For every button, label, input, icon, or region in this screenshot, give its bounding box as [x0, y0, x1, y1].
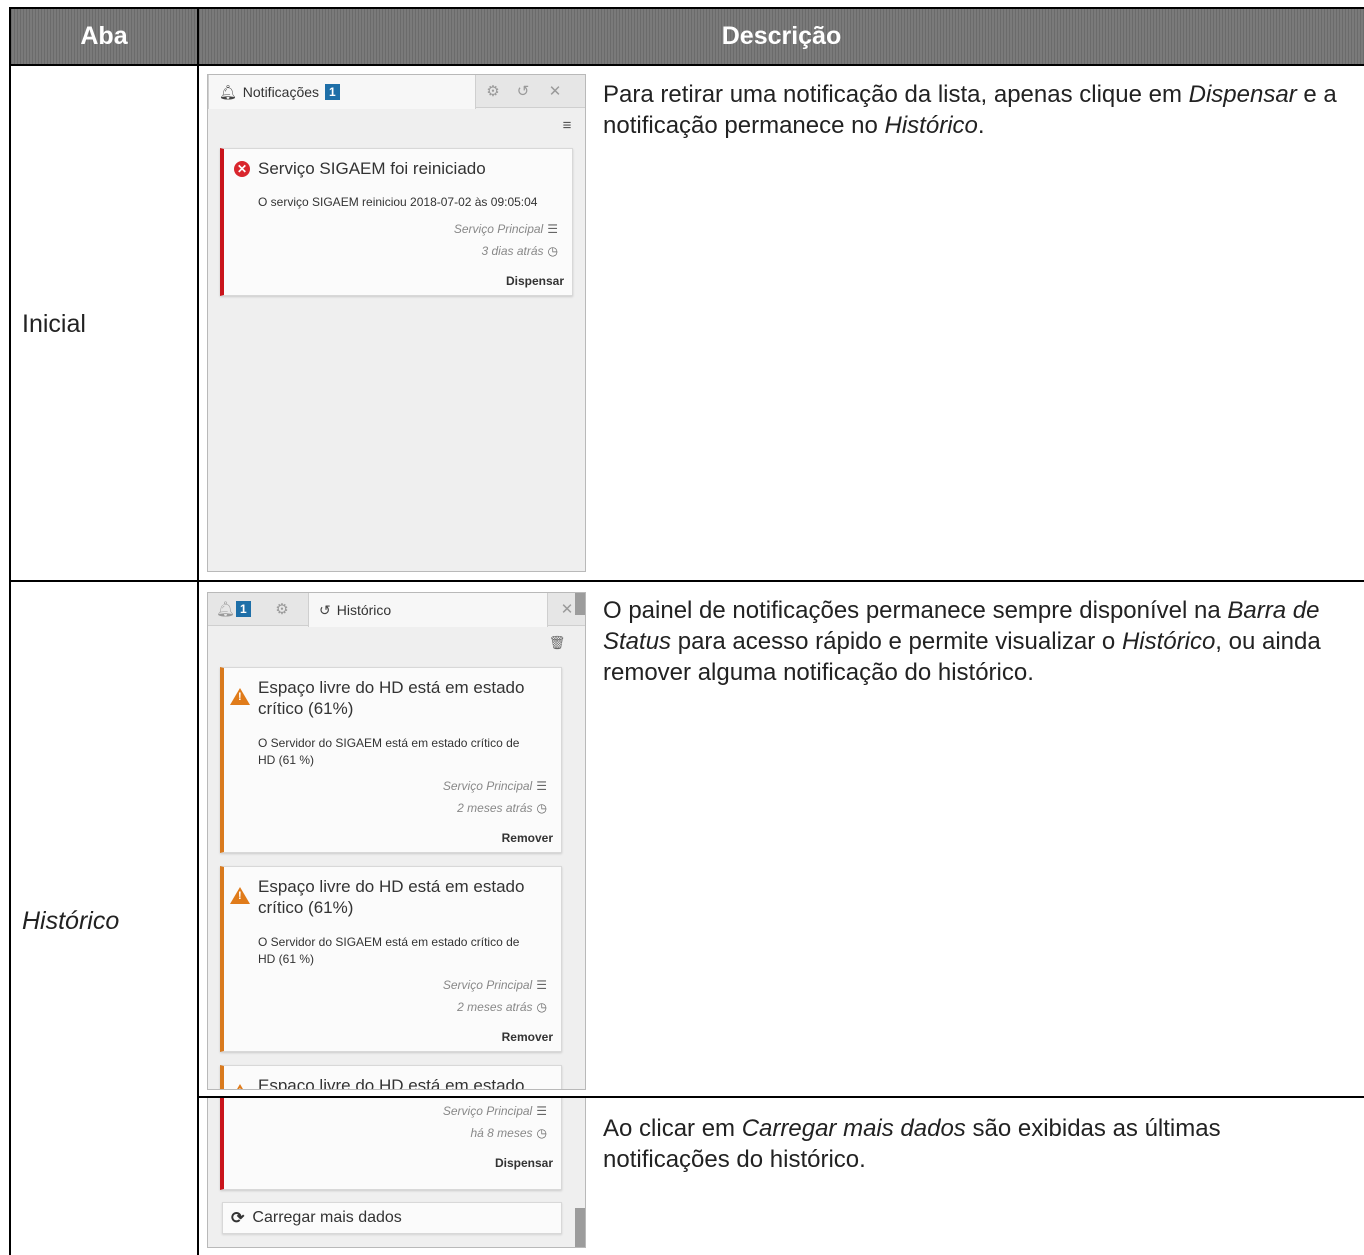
warning-icon: ! [230, 688, 250, 705]
history-card-source: Serviço Principal ☰ [442, 1104, 547, 1118]
column-header-aba: Aba [11, 9, 197, 64]
row-description: Para retirar uma notificação da lista, a… [603, 81, 1337, 139]
close-icon[interactable]: ✕ [546, 83, 564, 101]
history-card: ! Espaço livre do HD está em estado crít… [220, 866, 562, 1052]
clock-icon: ◷ [536, 1126, 547, 1140]
close-icon[interactable]: ✕ [558, 601, 576, 619]
clock-icon: ◷ [547, 244, 558, 258]
server-icon: ☰ [547, 222, 558, 236]
history-card-source: Serviço Principal ☰ [442, 978, 547, 992]
remove-button[interactable]: Remover [502, 1030, 553, 1044]
history-card-time: 2 meses atrás ◷ [457, 1000, 547, 1014]
trash-icon[interactable]: 🗑︎ [548, 634, 566, 652]
list-icon[interactable]: ≡ [558, 117, 576, 135]
notification-source: Serviço Principal ☰ [453, 222, 558, 236]
clock-icon: ◷ [536, 1000, 547, 1014]
notification-count-badge: 1 [325, 84, 340, 100]
history-card: ! Espaço livre do HD está em estado [220, 1065, 562, 1090]
history-card: ! Espaço livre do HD está em estado crít… [220, 667, 562, 853]
history-card-title: Espaço livre do HD está em estado [258, 1076, 525, 1090]
row-label-inicial: Inicial [22, 310, 86, 338]
notification-title: Serviço SIGAEM foi reiniciado [258, 159, 486, 178]
warning-icon: ! [230, 1084, 250, 1089]
tab-historico[interactable]: ↺ Histórico [308, 593, 548, 627]
notification-time: 3 dias atrás ◷ [481, 244, 558, 258]
bell-icon[interactable]: 🔔︎ [216, 601, 235, 619]
bell-icon: 🔔︎ [219, 83, 237, 100]
gear-icon[interactable]: ⚙ [273, 601, 291, 619]
clock-icon: ◷ [536, 801, 547, 815]
refresh-icon: ⟳ [231, 1210, 245, 1227]
history-icon[interactable]: ↺ [514, 83, 532, 101]
dismiss-button[interactable]: Dispensar [506, 274, 564, 288]
scrollbar-thumb[interactable] [575, 1208, 585, 1247]
scrollbar-thumb[interactable] [575, 593, 585, 615]
history-card-time: 2 meses atrás ◷ [457, 801, 547, 815]
load-more-panel: Serviço Principal ☰ há 8 meses ◷ Dispensar… [207, 1098, 586, 1248]
row-description: Ao clicar em Carregar mais dados são exi… [603, 1115, 1221, 1173]
server-icon: ☰ [536, 978, 547, 992]
server-icon: ☰ [536, 779, 547, 793]
history-icon: ↺ [319, 601, 331, 618]
notifications-panel: 🔔︎ Notificações 1 ⚙ ↺ ✕ ≡ ✕ Serviço SIGA… [207, 74, 586, 572]
error-icon: ✕ [234, 161, 250, 177]
gear-icon[interactable]: ⚙ [484, 83, 502, 101]
history-card-time: há 8 meses ◷ [470, 1126, 547, 1140]
table-col-divider [197, 7, 199, 1255]
dismiss-button[interactable]: Dispensar [495, 1156, 553, 1170]
server-icon: ☰ [536, 1104, 547, 1118]
row-description: O painel de notificações permanece sempr… [603, 597, 1321, 686]
tab-notificacoes[interactable]: 🔔︎ Notificações 1 [208, 75, 476, 109]
column-header-descricao: Descrição [199, 9, 1364, 64]
history-panel: 🔔︎ 1 ⚙ ↺ Histórico ✕ 🗑︎ ! Espaço livre d… [207, 592, 586, 1090]
history-card-source: Serviço Principal ☰ [442, 779, 547, 793]
remove-button[interactable]: Remover [502, 831, 553, 845]
table-row-divider [9, 64, 1364, 66]
table-border-left [9, 7, 11, 1255]
history-card-title: Espaço livre do HD está em estado crític… [258, 877, 525, 917]
notification-card: ✕ Serviço SIGAEM foi reiniciado O serviç… [220, 148, 573, 296]
row-label-historico: Histórico [22, 907, 120, 935]
history-card-title: Espaço livre do HD está em estado crític… [258, 678, 525, 718]
history-card-message: O Servidor do SIGAEM está em estado crít… [258, 736, 520, 767]
warning-icon: ! [230, 887, 250, 904]
table-row-divider [9, 580, 1364, 582]
history-card: Serviço Principal ☰ há 8 meses ◷ Dispensar [220, 1098, 562, 1190]
notification-message: O serviço SIGAEM reiniciou 2018-07-02 às… [258, 195, 538, 209]
load-more-button[interactable]: ⟳ Carregar mais dados [222, 1202, 562, 1234]
notification-count-badge: 1 [236, 601, 251, 617]
history-card-message: O Servidor do SIGAEM está em estado crít… [258, 935, 520, 966]
